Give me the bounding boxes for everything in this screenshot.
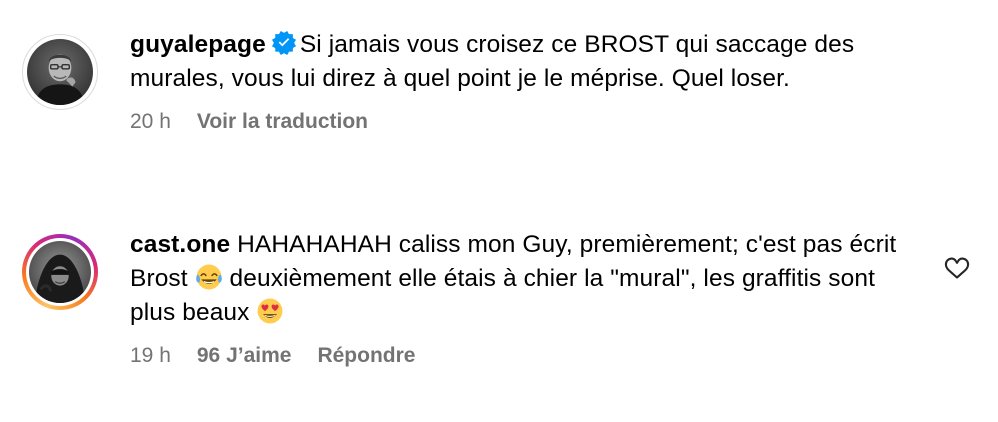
comment-text-part2: deuxièmement elle étais à chier la "mura…	[130, 265, 875, 326]
heart-outline-icon[interactable]	[943, 254, 971, 282]
face-with-tears-of-joy-icon	[195, 264, 222, 290]
avatar[interactable]	[22, 34, 98, 110]
comment-time[interactable]: 19 h	[130, 344, 171, 368]
reply-button[interactable]: Répondre	[317, 344, 415, 368]
comment-meta: 20 h Voir la traduction	[130, 110, 920, 134]
likes-count-button[interactable]: 96 J’aime	[197, 344, 292, 368]
see-translation-button[interactable]: Voir la traduction	[197, 110, 368, 134]
comment-time[interactable]: 20 h	[130, 110, 171, 134]
comment-meta: 19 h 96 J’aime Répondre	[130, 344, 920, 368]
comment-username[interactable]: cast.one	[130, 231, 230, 258]
comment-body: cast.one HAHAHAHAH caliss mon Guy, premi…	[130, 228, 920, 368]
avatar-photo-icon	[29, 241, 91, 303]
comment-text-block: cast.one HAHAHAHAH caliss mon Guy, premi…	[130, 228, 920, 330]
comment-text-block: guyalepage Si jamais vous croisez ce BRO…	[130, 28, 920, 96]
smiling-face-with-heart-eyes-icon	[257, 298, 283, 324]
avatar-photo-icon	[27, 39, 93, 105]
verified-badge-icon	[271, 31, 296, 55]
comment-body: guyalepage Si jamais vous croisez ce BRO…	[130, 28, 920, 134]
comment-username[interactable]: guyalepage	[130, 31, 266, 58]
avatar-story-ring[interactable]	[22, 234, 98, 310]
